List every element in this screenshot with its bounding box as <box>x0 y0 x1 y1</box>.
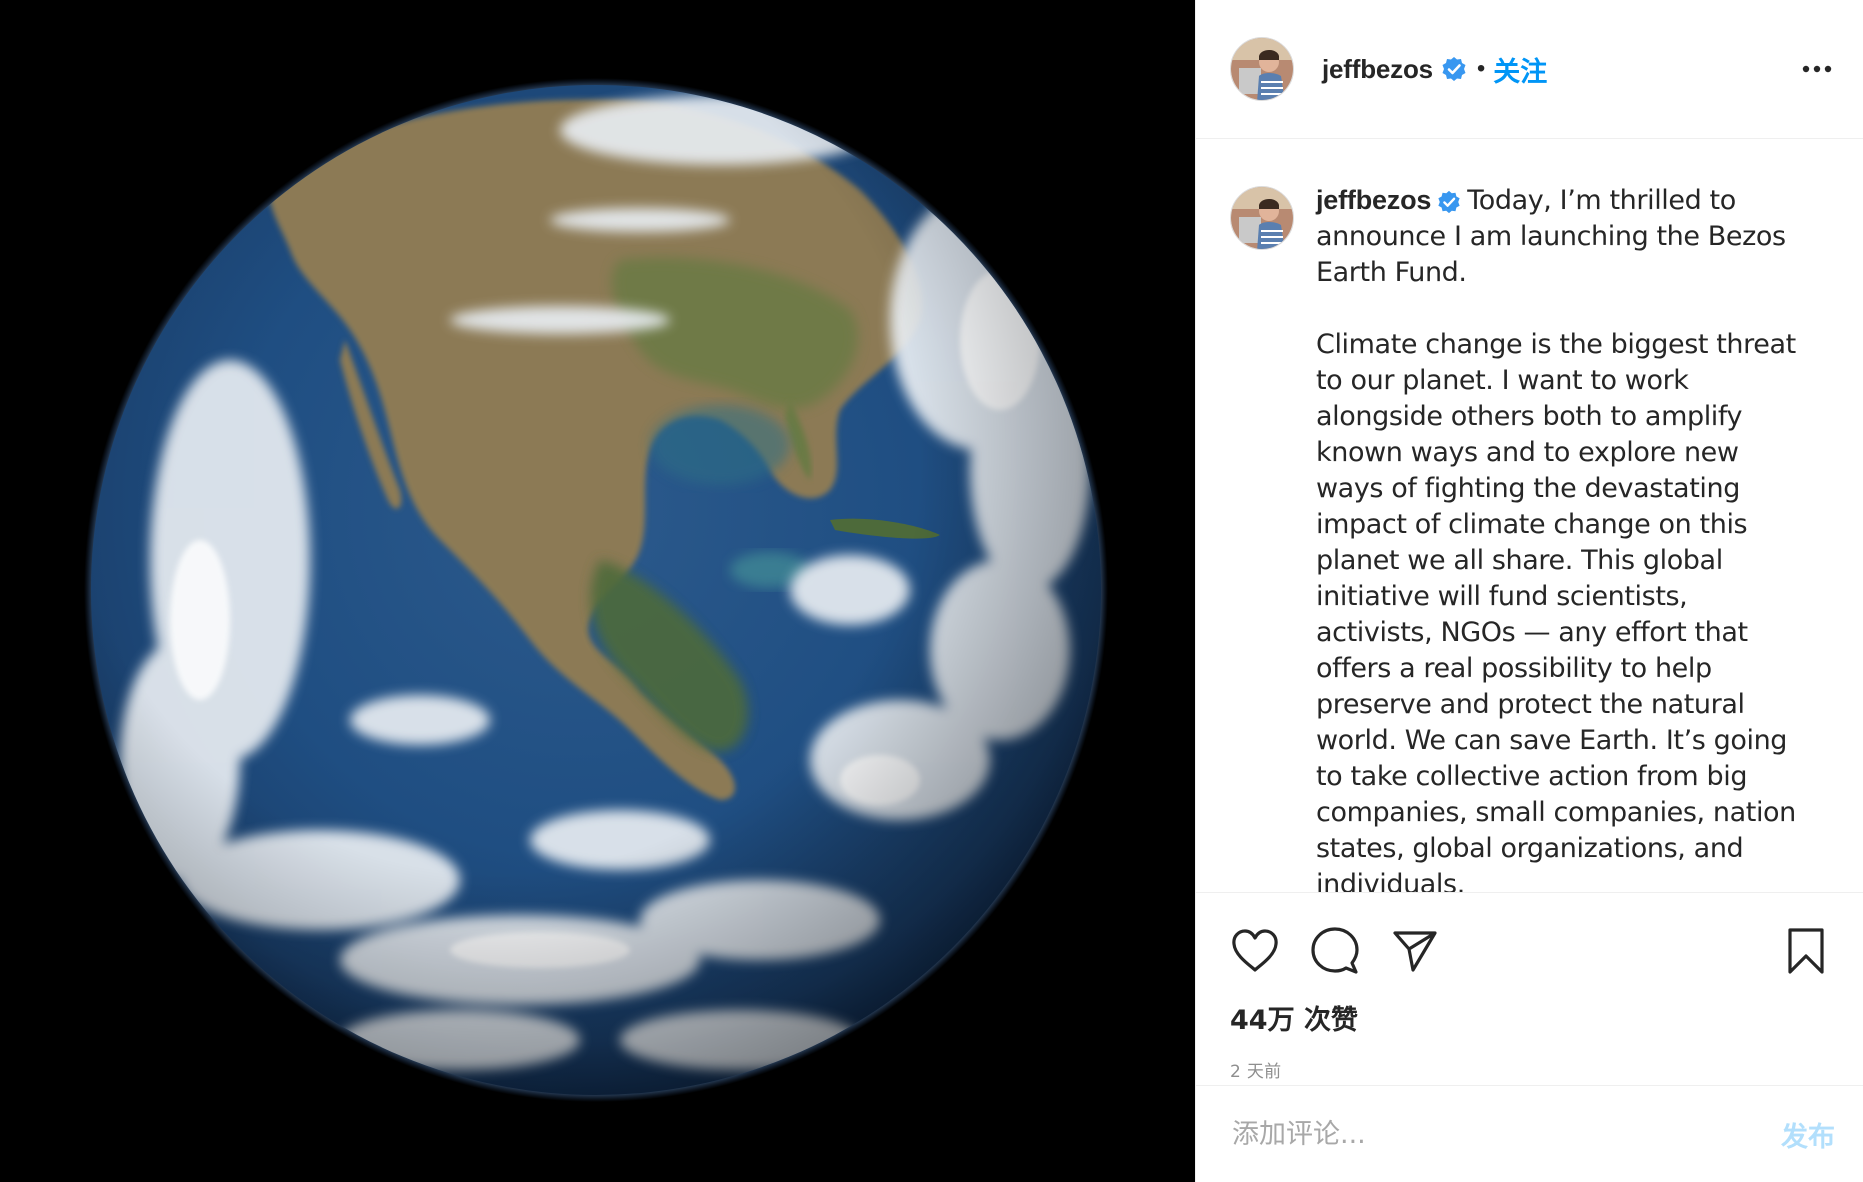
post-side-panel: jeffbezos • 关注 jeffbezos Today, I’m thri… <box>1195 0 1863 1182</box>
comment-input[interactable] <box>1230 1117 1781 1151</box>
verified-badge-icon <box>1437 188 1461 213</box>
caption-username[interactable]: jeffbezos <box>1316 185 1431 215</box>
post-header: jeffbezos • 关注 <box>1196 0 1863 139</box>
instagram-post: jeffbezos • 关注 jeffbezos Today, I’m thri… <box>0 0 1863 1182</box>
add-comment-bar: 发布 <box>1196 1085 1863 1182</box>
follow-button[interactable]: 关注 <box>1493 50 1547 89</box>
avatar[interactable] <box>1230 37 1294 101</box>
post-caption: jeffbezos Today, I’m thrilled to announce… <box>1316 182 1806 892</box>
post-timestamp[interactable]: 2 天前 <box>1196 1057 1863 1082</box>
header-separator: • <box>1476 55 1486 82</box>
caption-paragraph-1: jeffbezos Today, I’m thrilled to announce… <box>1316 182 1806 291</box>
profile-photo <box>1231 187 1293 249</box>
header-username[interactable]: jeffbezos <box>1322 54 1433 85</box>
verified-badge-icon <box>1441 56 1467 82</box>
heart-icon[interactable] <box>1226 922 1284 980</box>
more-options-icon[interactable] <box>1797 49 1837 89</box>
paper-plane-icon[interactable] <box>1386 922 1444 980</box>
comment-bubble-icon[interactable] <box>1306 922 1364 980</box>
earth-photo <box>84 78 1108 1102</box>
post-comment-button[interactable]: 发布 <box>1781 1115 1835 1154</box>
comments-section: jeffbezos Today, I’m thrilled to announce… <box>1196 139 1863 893</box>
action-bar <box>1196 905 1863 997</box>
caption-avatar[interactable] <box>1230 186 1294 250</box>
profile-photo <box>1231 38 1293 100</box>
post-image[interactable] <box>0 0 1195 1182</box>
caption-paragraph-2: Climate change is the biggest threat to … <box>1316 329 1796 893</box>
likes-count[interactable]: 44万 次赞 <box>1196 1001 1863 1041</box>
bookmark-icon[interactable] <box>1777 922 1835 980</box>
